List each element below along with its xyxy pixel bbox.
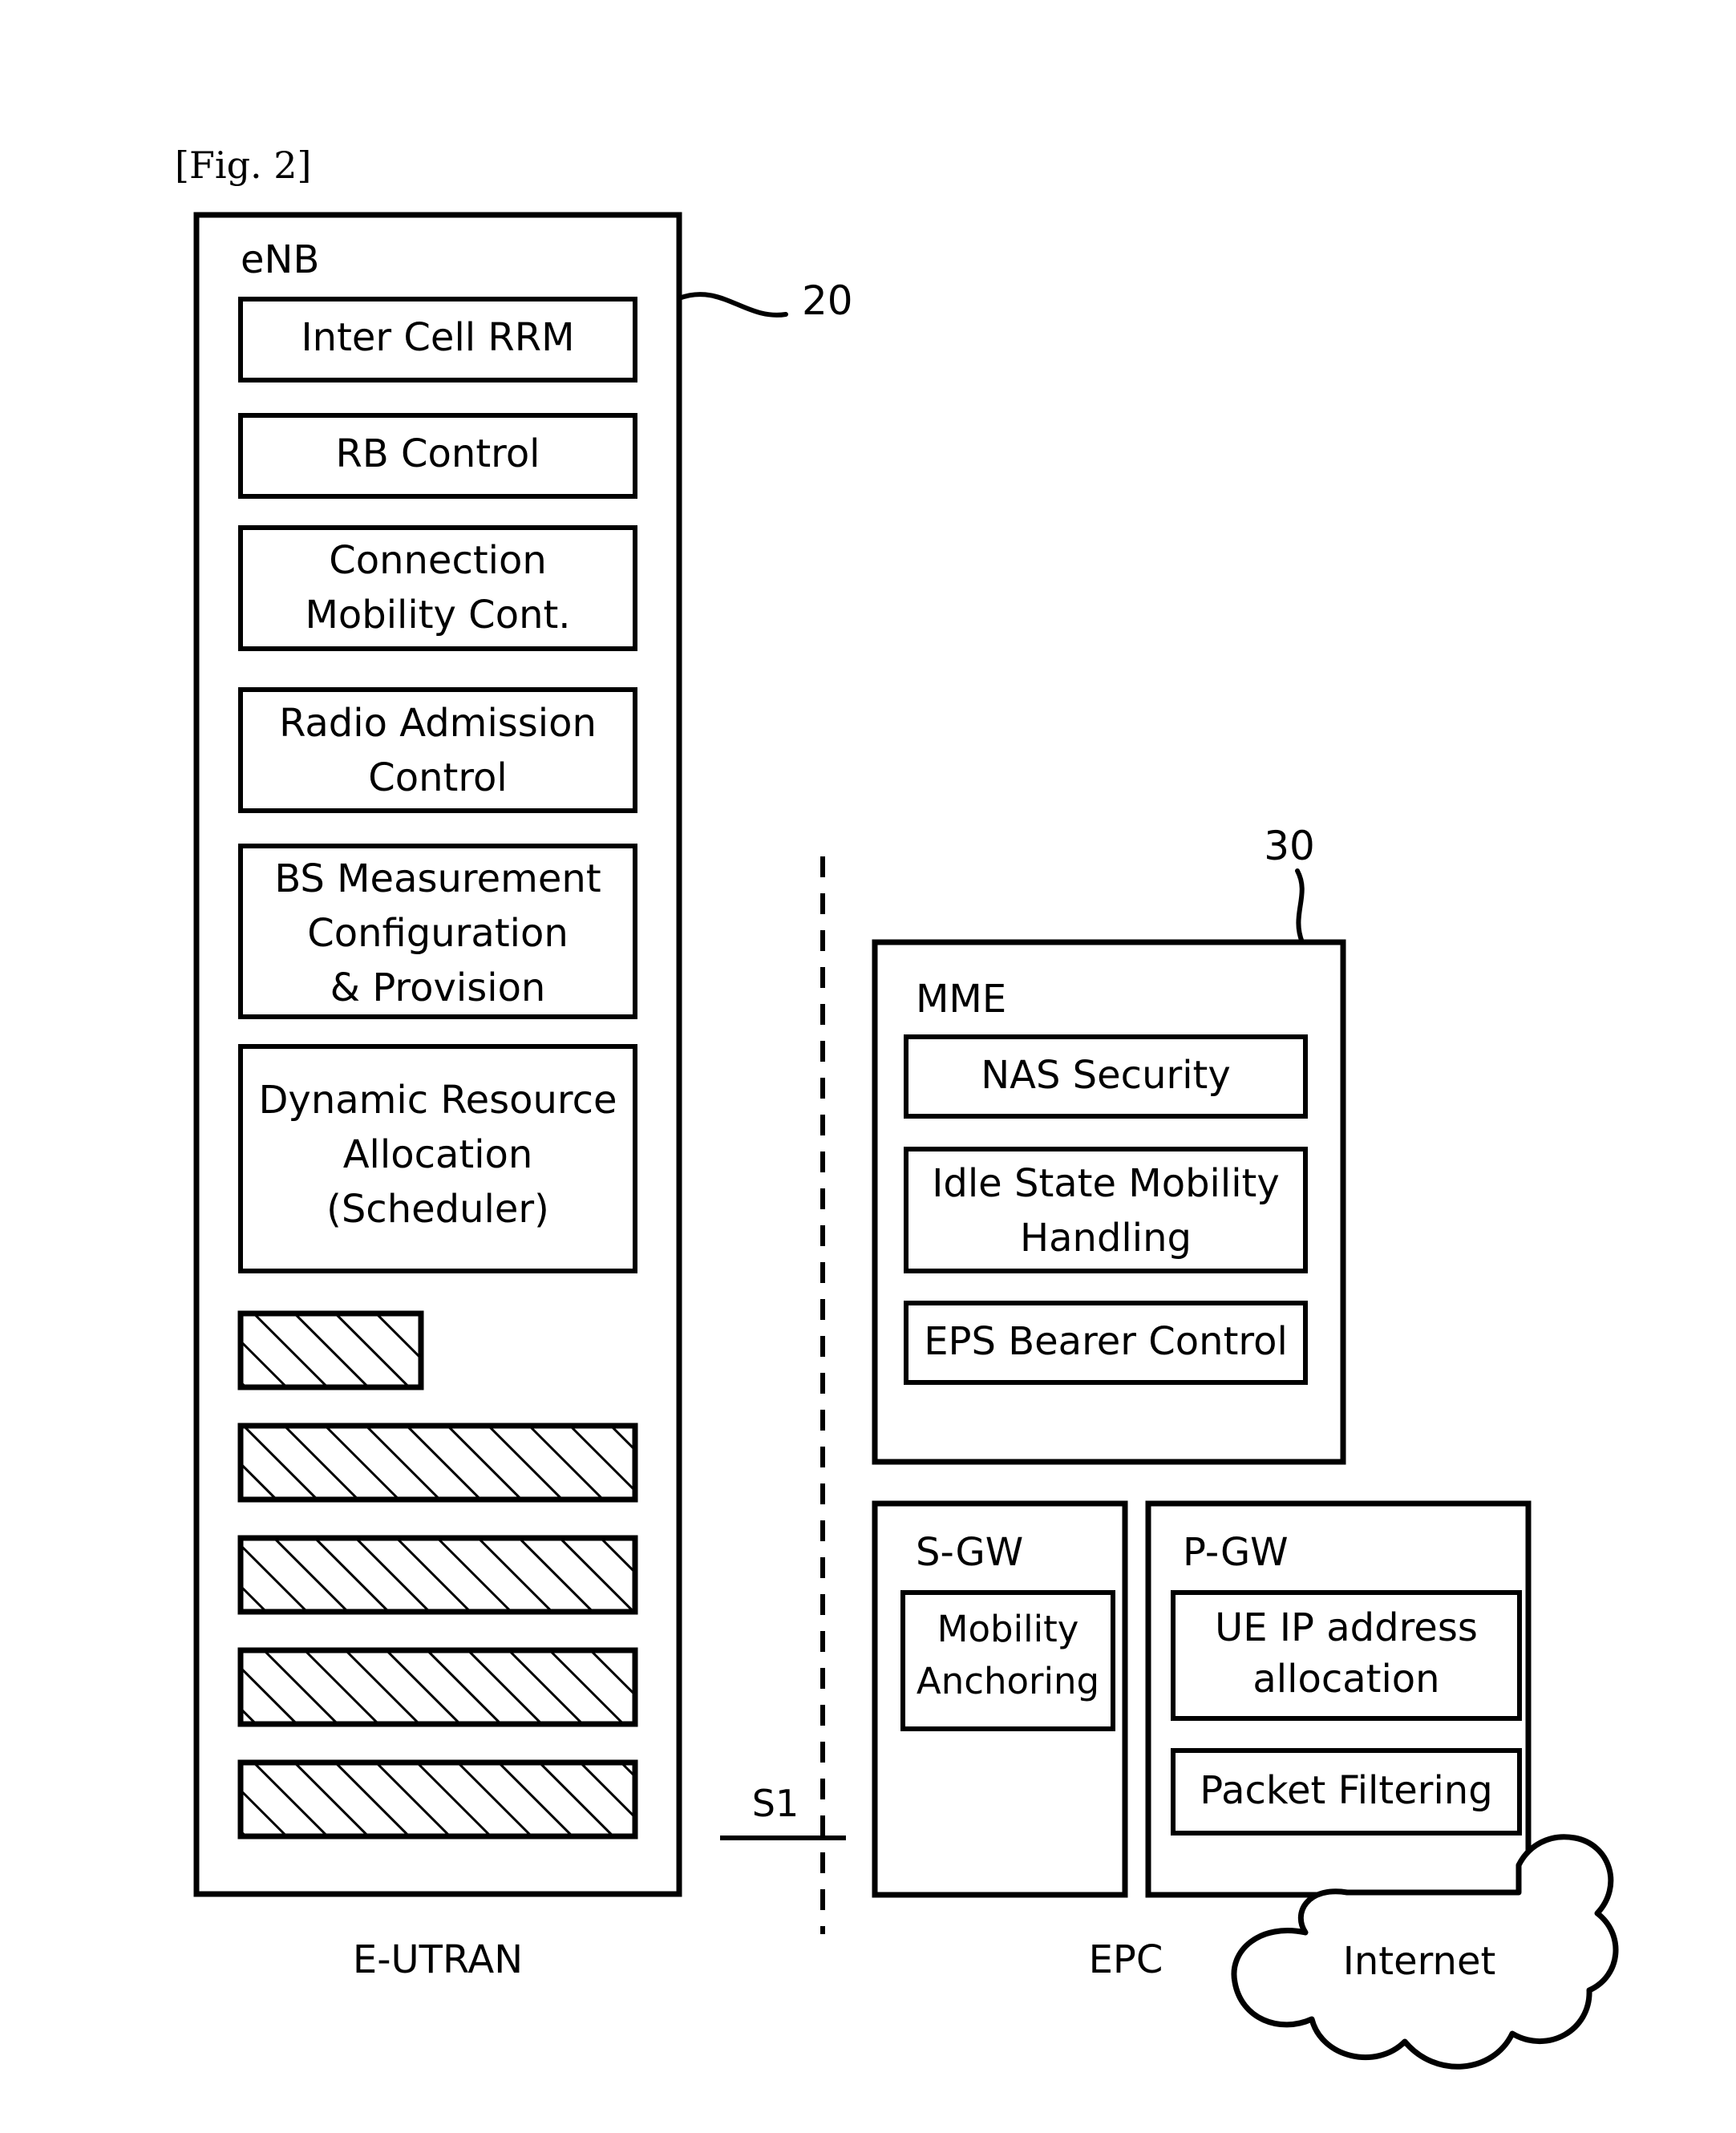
epc-caption: EPC: [1089, 1937, 1163, 1982]
block-packet-filtering-label: Packet Filtering: [1200, 1768, 1492, 1813]
block-radio-admission-control-line2: Control: [368, 755, 508, 800]
block-bs-measurement-configuration-line1: BS Measurement: [274, 856, 601, 901]
stack-rrc: [237, 1310, 424, 1390]
block-idle-state-mobility-handling-line2: Handling: [1020, 1216, 1192, 1261]
block-radio-admission-control-line1: Radio Admission: [279, 701, 597, 746]
lte-architecture-diagram: [Fig. 2] eNB 20 Inter Cell RRM RB Contro…: [175, 144, 1619, 2070]
block-dynamic-resource-allocation-line1: Dynamic Resource: [258, 1078, 617, 1123]
block-ue-ip-address-allocation-line2: allocation: [1252, 1657, 1439, 1702]
block-eps-bearer-control-label: EPS Bearer Control: [924, 1319, 1288, 1364]
block-bs-measurement-configuration-line2: Configuration: [307, 911, 569, 956]
mme-reference-leader: [1295, 868, 1305, 945]
block-ue-ip-address-allocation-line1: UE IP address: [1215, 1605, 1478, 1650]
stack-pdcp: [237, 1423, 638, 1503]
enb-reference-leader: [677, 292, 788, 318]
mme-reference-number: 30: [1264, 823, 1315, 869]
sgw-title: S-GW: [916, 1530, 1023, 1575]
figure-label: [Fig. 2]: [175, 144, 311, 187]
block-idle-state-mobility-handling-line1: Idle State Mobility: [932, 1161, 1280, 1206]
block-mobility-anchoring-line2: Anchoring: [917, 1660, 1099, 1702]
enb-title: eNB: [241, 237, 319, 282]
block-dynamic-resource-allocation-line3: (Scheduler): [326, 1187, 549, 1232]
pgw-title: P-GW: [1183, 1530, 1289, 1575]
enb-reference-number: 20: [802, 277, 853, 324]
figure-root: [Fig. 2] eNB 20 Inter Cell RRM RB Contro…: [0, 0, 1736, 2133]
internet-label: Internet: [1343, 1939, 1496, 1984]
block-connection-mobility-control-line1: Connection: [329, 538, 547, 583]
block-nas-security-label: NAS Security: [981, 1053, 1231, 1098]
stack-mac: [237, 1647, 638, 1727]
mme-title: MME: [916, 977, 1006, 1022]
block-dynamic-resource-allocation-line2: Allocation: [343, 1132, 533, 1177]
block-connection-mobility-control-line2: Mobility Cont.: [305, 593, 570, 637]
enb-caption: E-UTRAN: [353, 1937, 523, 1982]
block-inter-cell-rrm-label: Inter Cell RRM: [301, 315, 574, 360]
stack-rlc: [237, 1535, 638, 1615]
block-rb-control-label: RB Control: [335, 431, 540, 476]
block-mobility-anchoring-line1: Mobility: [937, 1608, 1079, 1650]
block-bs-measurement-configuration-line3: & Provision: [330, 965, 546, 1010]
stack-phy: [237, 1759, 638, 1840]
s1-interface-label: S1: [752, 1782, 799, 1825]
